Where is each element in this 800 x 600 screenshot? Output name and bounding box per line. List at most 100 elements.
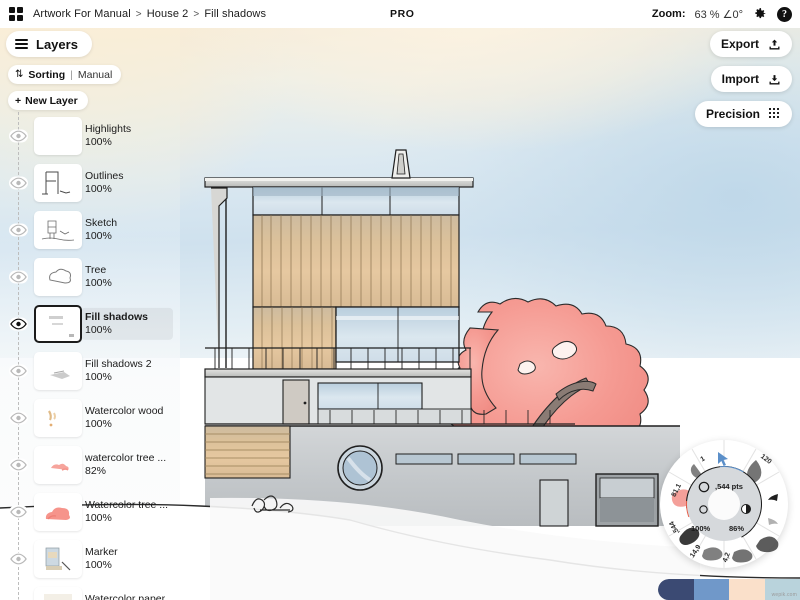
- redo-arrow-icon: [768, 518, 778, 525]
- layer-thumbnail[interactable]: [34, 116, 82, 155]
- layer-row[interactable]: Watercolor tree ... 100%: [0, 488, 180, 535]
- layer-label[interactable]: Tree 100%: [85, 263, 177, 289]
- layer-opacity: 100%: [85, 417, 112, 430]
- layer-opacity: 100%: [85, 558, 112, 571]
- layer-thumbnail[interactable]: [34, 539, 82, 578]
- export-label: Export: [720, 37, 759, 51]
- layer-thumbnail[interactable]: [34, 163, 82, 202]
- layer-row[interactable]: Watercolor paper100%: [0, 582, 180, 600]
- precision-button[interactable]: Precision: [694, 101, 792, 127]
- layer-opacity: 100%: [85, 276, 112, 289]
- contrast-half-icon[interactable]: [740, 503, 752, 515]
- layer-row[interactable]: Highlights 100%: [0, 112, 180, 159]
- top-bar: Artwork For Manual > House 2 > Fill shad…: [0, 0, 800, 28]
- layer-row[interactable]: Marker 100%: [0, 535, 180, 582]
- layer-name: Sketch: [85, 216, 118, 229]
- layers-panel-header[interactable]: Layers: [6, 31, 92, 57]
- precision-label: Precision: [705, 107, 760, 121]
- dial-right-percent[interactable]: 86%: [729, 524, 744, 533]
- layer-thumbnail[interactable]: [34, 398, 82, 437]
- layer-label[interactable]: Fill shadows 2 100%: [85, 357, 177, 383]
- new-layer-button[interactable]: + New Layer: [8, 91, 88, 110]
- layer-thumbnail[interactable]: [34, 351, 82, 390]
- eye-icon[interactable]: [9, 364, 28, 377]
- layer-row[interactable]: Outlines 100%: [0, 159, 180, 206]
- breadcrumb-item-layer[interactable]: Fill shadows: [204, 8, 266, 20]
- hamburger-icon[interactable]: [15, 39, 28, 49]
- grid-apps-icon[interactable]: [9, 7, 23, 21]
- dial-center-hole[interactable]: [708, 488, 740, 520]
- layer-name: Highlights: [85, 122, 132, 135]
- layer-row[interactable]: Watercolor wood 100%: [0, 394, 180, 441]
- layer-label[interactable]: Marker 100%: [85, 545, 177, 571]
- dial-points-readout[interactable]: ,544 pts: [715, 482, 743, 491]
- eye-icon[interactable]: [9, 552, 28, 565]
- eye-icon[interactable]: [9, 223, 28, 236]
- help-circle-icon[interactable]: ?: [777, 6, 792, 22]
- layer-opacity: 100%: [85, 229, 112, 242]
- layer-row[interactable]: Fill shadows 2 100%: [0, 347, 180, 394]
- circle-outline-small-icon[interactable]: [698, 504, 709, 515]
- download-icon: [769, 74, 780, 84]
- layer-name: Fill shadows: [85, 310, 149, 323]
- import-button[interactable]: Import: [710, 66, 792, 92]
- layer-label[interactable]: Watercolor paper100%: [85, 592, 177, 600]
- layer-opacity: 100%: [85, 135, 112, 148]
- layer-row[interactable]: Sketch 100%: [0, 206, 180, 253]
- layer-row[interactable]: Tree 100%: [0, 253, 180, 300]
- layers-panel-title: Layers: [36, 36, 78, 52]
- import-label: Import: [721, 72, 759, 86]
- eye-icon[interactable]: [9, 458, 28, 471]
- eye-icon[interactable]: [9, 317, 28, 330]
- layer-thumbnail[interactable]: [34, 445, 82, 484]
- sorting-control[interactable]: ⇅ Sorting | Manual: [8, 65, 122, 84]
- eye-icon[interactable]: [9, 505, 28, 518]
- dial-left-percent[interactable]: 100%: [691, 524, 710, 533]
- gear-icon[interactable]: [752, 6, 768, 22]
- layer-label[interactable]: Watercolor wood 100%: [85, 404, 177, 430]
- breadcrumb-item-project[interactable]: Artwork For Manual: [33, 8, 131, 20]
- layer-label[interactable]: Outlines 100%: [85, 169, 177, 195]
- eye-icon[interactable]: [9, 411, 28, 424]
- layer-opacity: 100%: [85, 182, 112, 195]
- radial-tool-dial[interactable]: ,544 pts 100% 86% 1 120 81,1 ,544 14,9 4…: [660, 440, 788, 568]
- layer-thumbnail[interactable]: [34, 210, 82, 249]
- sorting-divider: |: [70, 68, 73, 81]
- layer-thumbnail[interactable]: [34, 586, 82, 600]
- sorting-label: Sorting: [28, 68, 66, 81]
- color-swatch-3[interactable]: [729, 579, 765, 600]
- color-swatch-2[interactable]: [693, 579, 729, 600]
- upload-icon: [769, 39, 780, 49]
- layer-opacity: 100%: [85, 370, 112, 383]
- color-swatch-1[interactable]: [658, 579, 694, 600]
- layer-label[interactable]: Watercolor tree ... 100%: [85, 498, 177, 524]
- layer-name: Fill shadows 2: [85, 357, 152, 370]
- layer-opacity: 100%: [85, 323, 112, 336]
- layer-name: Marker: [85, 545, 118, 558]
- eye-icon[interactable]: [9, 129, 28, 142]
- layer-name: Watercolor wood: [85, 404, 164, 417]
- layer-list[interactable]: Highlights 100% Outlines 100% Sketch 100% Tree…: [0, 112, 180, 600]
- breadcrumb-item-file[interactable]: House 2: [147, 8, 189, 20]
- eye-icon[interactable]: [9, 176, 28, 189]
- layer-thumbnail[interactable]: [34, 492, 82, 531]
- plus-icon: +: [15, 94, 22, 107]
- pro-badge: PRO: [390, 8, 415, 20]
- eye-icon[interactable]: [9, 270, 28, 283]
- new-layer-label: New Layer: [25, 94, 78, 107]
- breadcrumb-separator: >: [135, 8, 142, 20]
- export-button[interactable]: Export: [709, 31, 792, 57]
- zoom-label: Zoom:: [651, 8, 686, 20]
- layer-label[interactable]: watercolor tree ... 82%: [85, 451, 177, 477]
- sorting-mode[interactable]: Manual: [78, 69, 112, 81]
- layer-label[interactable]: Fill shadows 100%: [81, 307, 173, 340]
- circle-outline-icon[interactable]: [697, 480, 711, 494]
- layer-thumbnail[interactable]: [34, 257, 82, 296]
- layer-label[interactable]: Sketch 100%: [85, 216, 177, 242]
- layer-label[interactable]: Highlights 100%: [85, 122, 177, 148]
- zoom-value[interactable]: 63 % ∠0°: [694, 8, 743, 21]
- layer-thumbnail[interactable]: [34, 304, 82, 343]
- layer-row[interactable]: watercolor tree ... 82%: [0, 441, 180, 488]
- breadcrumb: Artwork For Manual > House 2 > Fill shad…: [33, 8, 266, 20]
- layer-row[interactable]: Fill shadows 100%: [0, 300, 180, 347]
